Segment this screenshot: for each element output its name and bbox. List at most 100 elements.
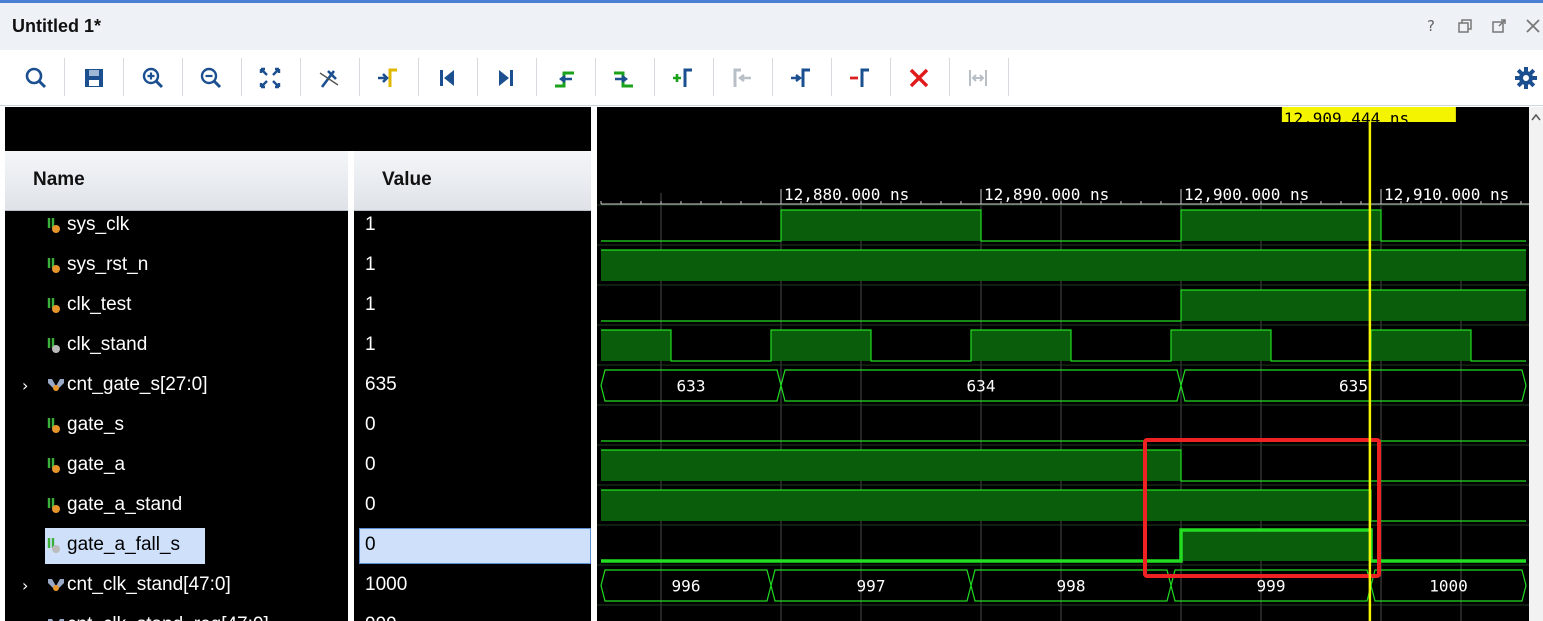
go-to-last-icon[interactable] (491, 63, 521, 93)
bus-value-label: 635 (1339, 377, 1368, 396)
toolbar (0, 50, 1543, 106)
signal-row[interactable]: sys_rst_n (5, 246, 348, 286)
bus-value-label: 634 (967, 377, 996, 396)
bus-signal-icon (47, 616, 64, 621)
signal-value-text: 999 (365, 614, 397, 621)
selection-highlight (359, 528, 591, 564)
waveform (601, 209, 1526, 242)
restore-icon[interactable] (1455, 16, 1475, 36)
title-icons: ? (1421, 16, 1543, 36)
toolbar-separator (182, 58, 183, 96)
waveform-panel[interactable]: 12,880.000 ns 12,890.000 ns 12,900.000 ns 1… (597, 107, 1529, 621)
zoom-out-icon[interactable] (196, 63, 226, 93)
toolbar-separator (123, 58, 124, 96)
signal-row[interactable]: clk_test (5, 286, 348, 326)
add-marker-icon[interactable] (668, 63, 698, 93)
help-icon[interactable]: ? (1421, 16, 1441, 36)
signal-value[interactable]: 0 (359, 526, 591, 566)
signal-value[interactable]: 1 (359, 286, 591, 326)
signal-list-panel: Name Value sys_clk 1 sys_rst_n 1 clk_test 1 cl… (5, 107, 591, 621)
signal-row[interactable]: › cnt_clk_stand[47:0] (5, 566, 348, 606)
name-column-header[interactable]: Name (5, 151, 348, 211)
signal-value[interactable]: 635 (359, 366, 591, 406)
next-marker-icon[interactable] (786, 63, 816, 93)
time-label: 12,880.000 ns (784, 185, 909, 204)
next-transition-icon[interactable] (609, 63, 639, 93)
signal-row[interactable]: › cnt_clk_stand_reg[47:0] (5, 606, 348, 621)
bit-signal-icon (47, 496, 63, 516)
signal-value[interactable]: 999 (359, 606, 591, 621)
signal-row[interactable]: gate_a_stand (5, 486, 348, 526)
close-icon[interactable] (1523, 16, 1543, 36)
signal-name: clk_test (67, 294, 132, 315)
bit-signal-icon (47, 216, 63, 236)
go-to-time-zero-icon[interactable] (373, 63, 403, 93)
signal-name: cnt_gate_s[27:0] (67, 374, 208, 395)
expand-chevron-icon[interactable]: › (22, 376, 36, 396)
expand-chevron-icon[interactable]: › (22, 616, 36, 621)
toolbar-separator (64, 58, 65, 96)
delete-all-markers-icon[interactable] (904, 63, 934, 93)
signal-value[interactable]: 1000 (359, 566, 591, 606)
value-column-header[interactable]: Value (354, 151, 591, 211)
previous-transition-icon[interactable] (550, 63, 580, 93)
selected-waveform (601, 528, 1526, 563)
signal-value-text: 1 (365, 334, 376, 355)
waveform-canvas[interactable]: 12,880.000 ns 12,890.000 ns 12,900.000 ns 1… (597, 107, 1529, 621)
signal-value-text: 635 (365, 374, 397, 395)
zoom-in-icon[interactable] (138, 63, 168, 93)
value-column-label: Value (382, 169, 432, 190)
toolbar-separator (241, 58, 242, 96)
toolbar-separator (1008, 58, 1009, 96)
bit-signal-icon (47, 456, 63, 476)
signal-name: sys_clk (67, 214, 130, 235)
bus-signal-icon (47, 576, 64, 596)
search-icon[interactable] (21, 63, 51, 93)
snap-cursor-icon[interactable] (314, 63, 344, 93)
bit-signal-icon (47, 296, 63, 316)
high-level-fill (1181, 530, 1371, 561)
high-level-fill (1181, 290, 1526, 321)
previous-marker-icon[interactable] (727, 63, 757, 93)
vertical-scrollbar[interactable] (1529, 107, 1543, 621)
bus-value-label: 633 (677, 377, 706, 396)
swap-cursors-icon[interactable] (963, 63, 993, 93)
bus-value-label: 1000 (1429, 577, 1468, 596)
signal-row[interactable]: gate_a_fall_s (5, 526, 348, 566)
window-title: Untitled 1* (12, 16, 102, 36)
signal-value[interactable]: 1 (359, 246, 591, 286)
signal-row[interactable]: gate_s (5, 406, 348, 446)
toolbar-separator (418, 58, 419, 96)
delete-marker-icon[interactable] (845, 63, 875, 93)
toolbar-separator (359, 58, 360, 96)
bus-value-label: 998 (1057, 577, 1086, 596)
signal-row[interactable]: sys_clk (5, 206, 348, 246)
signal-row[interactable]: clk_stand (5, 326, 348, 366)
signal-row[interactable]: gate_a (5, 446, 348, 486)
save-icon[interactable] (79, 63, 109, 93)
signal-value[interactable]: 1 (359, 206, 591, 246)
scroll-up-icon[interactable] (1529, 107, 1543, 127)
go-to-first-icon[interactable] (432, 63, 462, 93)
signal-name: cnt_clk_stand_reg[47:0] (67, 614, 269, 621)
signal-row[interactable]: › cnt_gate_s[27:0] (5, 366, 348, 406)
toolbar-separator (890, 58, 891, 96)
bus-value-label: 996 (672, 577, 701, 596)
signal-value-text: 1000 (365, 574, 408, 595)
signal-value[interactable]: 0 (359, 486, 591, 526)
high-level-fill (601, 250, 1526, 281)
toolbar-separator (654, 58, 655, 96)
expand-chevron-icon[interactable]: › (22, 576, 36, 596)
maximize-icon[interactable] (1489, 16, 1509, 36)
bit-signal-icon (47, 336, 63, 356)
gear-icon[interactable] (1511, 63, 1541, 93)
time-label: 12,900.000 ns (1184, 185, 1309, 204)
signal-value[interactable]: 1 (359, 326, 591, 366)
signal-value-text: 0 (365, 414, 376, 435)
signal-value[interactable]: 0 (359, 406, 591, 446)
signal-name: gate_a (67, 454, 126, 475)
signal-value-text: 0 (365, 454, 376, 475)
signal-value[interactable]: 0 (359, 446, 591, 486)
zoom-fit-icon[interactable] (255, 63, 285, 93)
column-divider[interactable] (348, 151, 354, 621)
